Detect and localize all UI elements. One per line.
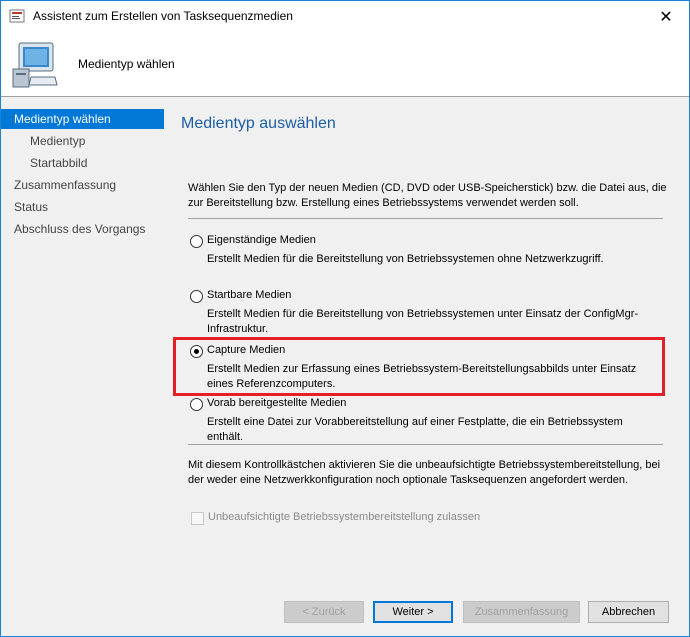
summary-button[interactable]: Zusammenfassung — [463, 601, 580, 623]
option-description: Erstellt Medien zur Erfassung eines Betr… — [207, 363, 637, 390]
nav-item-status[interactable]: Status — [1, 197, 164, 217]
window-title: Assistent zum Erstellen von Tasksequenzm… — [33, 9, 293, 23]
radio-eigenstaendige-medien[interactable] — [190, 235, 203, 248]
option-label[interactable]: Vorab bereitgestellte Medien — [207, 397, 346, 409]
option-vorab-bereitgestellte-medien: Vorab bereitgestellte Medien Erstellt ei… — [190, 397, 660, 443]
option-label[interactable]: Startbare Medien — [207, 289, 291, 301]
computer-icon — [12, 42, 58, 88]
divider-top — [188, 218, 663, 219]
option-description: Erstellt Medien für die Bereitstellung v… — [207, 308, 639, 335]
cancel-button[interactable]: Abbrechen — [588, 601, 669, 623]
nav-item-medientyp-waehlen[interactable]: Medientyp wählen — [1, 109, 164, 129]
wizard-window: Assistent zum Erstellen von Tasksequenzm… — [0, 0, 690, 637]
radio-capture-medien[interactable] — [190, 345, 203, 358]
header-title: Medientyp wählen — [78, 57, 175, 71]
option-description: Erstellt Medien für die Bereitstellung v… — [207, 253, 604, 265]
close-button[interactable]: ✕ — [643, 1, 689, 32]
wizard-navigation: Medientyp wählen Medientyp Startabbild Z… — [1, 98, 164, 636]
intro-text: Wählen Sie den Typ der neuen Medien (CD,… — [188, 182, 667, 209]
unattended-checkbox[interactable] — [191, 512, 204, 525]
unattended-checkbox-label: Unbeaufsichtigte Betriebssystembereitste… — [208, 511, 481, 523]
nav-item-startabbild[interactable]: Startabbild — [1, 153, 164, 173]
close-icon: ✕ — [659, 8, 673, 26]
option-eigenstaendige-medien: Eigenständige Medien Erstellt Medien für… — [190, 234, 660, 269]
nav-item-medientyp[interactable]: Medientyp — [1, 131, 164, 151]
option-label[interactable]: Eigenständige Medien — [207, 234, 316, 246]
option-capture-medien: Capture Medien Erstellt Medien zur Erfas… — [190, 344, 660, 393]
nav-item-zusammenfassung[interactable]: Zusammenfassung — [1, 175, 164, 195]
next-button[interactable]: Weiter > — [373, 601, 453, 623]
radio-vorab-bereitgestellte-medien[interactable] — [190, 398, 203, 411]
content-panel: Medientyp auswählen Wählen Sie den Typ d… — [164, 98, 689, 585]
wizard-header: Medientyp wählen — [1, 32, 689, 97]
back-button[interactable]: < Zurück — [284, 601, 364, 623]
unattended-note: Mit diesem Kontrollkästchen aktivieren S… — [188, 459, 661, 486]
wizard-footer: < Zurück Weiter > Zusammenfassung Abbrec… — [1, 585, 689, 636]
nav-item-abschluss[interactable]: Abschluss des Vorgangs — [1, 219, 164, 239]
page-title: Medientyp auswählen — [181, 115, 336, 132]
radio-startbare-medien[interactable] — [190, 290, 203, 303]
option-startbare-medien: Startbare Medien Erstellt Medien für die… — [190, 289, 660, 338]
wizard-app-icon — [9, 9, 25, 23]
divider-bottom — [188, 444, 663, 445]
option-label[interactable]: Capture Medien — [207, 344, 285, 356]
option-description: Erstellt eine Datei zur Vorabbereitstell… — [207, 416, 623, 443]
title-bar: Assistent zum Erstellen von Tasksequenzm… — [1, 1, 689, 32]
